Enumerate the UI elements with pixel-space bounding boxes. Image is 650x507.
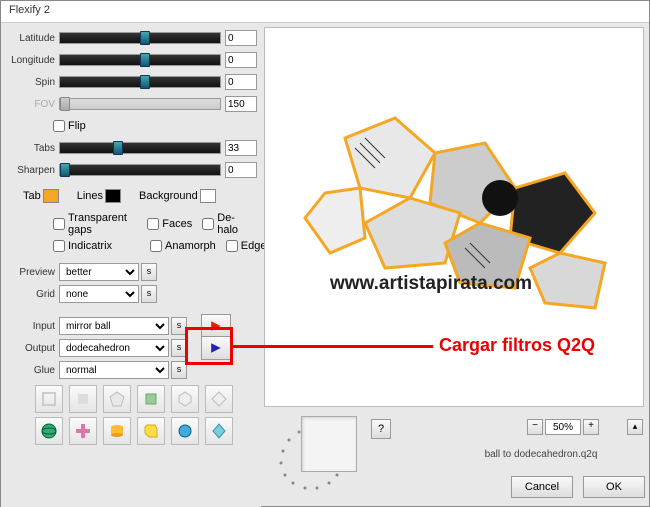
lines-color-label: Lines [77, 190, 103, 202]
tabs-slider[interactable] [59, 142, 221, 154]
spin-label: Spin [5, 77, 55, 88]
tab-color-label: Tab [23, 190, 41, 202]
longitude-slider[interactable] [59, 54, 221, 66]
zoom-value[interactable] [545, 419, 581, 435]
output-select-label: Output [5, 343, 55, 354]
zoom-controls: − + [527, 419, 599, 435]
preset-btn-9[interactable] [103, 417, 131, 445]
fov-value[interactable] [225, 96, 257, 112]
faces-checkbox[interactable] [147, 218, 159, 230]
cube-yellow-icon [143, 423, 159, 439]
grid-reset-button[interactable]: s [141, 285, 157, 303]
crystal-icon [211, 423, 227, 439]
tab-color-swatch[interactable] [43, 189, 59, 203]
longitude-label: Longitude [5, 55, 55, 66]
dehalo-checkbox[interactable] [202, 218, 214, 230]
preset-btn-3[interactable] [103, 385, 131, 413]
square-solid-icon [75, 391, 91, 407]
hexagon-icon [177, 391, 193, 407]
anamorph-checkbox[interactable] [150, 240, 162, 252]
grid-select-label: Grid [5, 289, 55, 300]
plus-pink-icon [75, 423, 91, 439]
sharpen-label: Sharpen [5, 165, 55, 176]
flip-label: Flip [68, 120, 86, 132]
preset-btn-12[interactable] [205, 417, 233, 445]
zoom-out-button[interactable]: − [527, 419, 543, 435]
latitude-value[interactable] [225, 30, 257, 46]
annotation-text: Cargar filtros Q2Q [439, 335, 595, 356]
preset-btn-2[interactable] [69, 385, 97, 413]
preview-reset-button[interactable]: s [141, 263, 157, 281]
preset-btn-7[interactable] [35, 417, 63, 445]
annotation-line [233, 345, 433, 348]
input-select-label: Input [5, 321, 55, 332]
glue-select[interactable]: normal [59, 361, 169, 379]
sharpen-value[interactable] [225, 162, 257, 178]
faces-label: Faces [162, 218, 192, 230]
cancel-button[interactable]: Cancel [511, 476, 573, 498]
transparent-gaps-checkbox[interactable] [53, 218, 65, 230]
sphere-blue-icon [177, 423, 193, 439]
preset-btn-5[interactable] [171, 385, 199, 413]
latitude-slider[interactable] [59, 32, 221, 44]
preset-btn-8[interactable] [69, 417, 97, 445]
square-green-icon [143, 391, 159, 407]
sharpen-slider[interactable] [59, 164, 221, 176]
preview-select-label: Preview [5, 267, 55, 278]
diamond-icon [211, 391, 227, 407]
tabs-value[interactable] [225, 140, 257, 156]
help-button[interactable]: ? [371, 419, 391, 439]
ok-button[interactable]: OK [583, 476, 645, 498]
preset-btn-4[interactable] [137, 385, 165, 413]
output-select[interactable]: dodecahedron [59, 339, 169, 357]
edges-checkbox[interactable] [226, 240, 238, 252]
tabs-label: Tabs [5, 143, 55, 154]
fov-label: FOV [5, 99, 55, 110]
background-color-label: Background [139, 190, 198, 202]
globe-icon [40, 422, 58, 440]
spin-value[interactable] [225, 74, 257, 90]
preset-btn-1[interactable] [35, 385, 63, 413]
polygon-icon [109, 391, 125, 407]
cylinder-icon [109, 423, 125, 439]
thumbnail-well[interactable] [301, 416, 357, 472]
longitude-value[interactable] [225, 52, 257, 68]
zoom-in-button[interactable]: + [583, 419, 599, 435]
latitude-label: Latitude [5, 33, 55, 44]
annotation-highlight [185, 327, 233, 365]
indicatrix-checkbox[interactable] [53, 240, 65, 252]
watermark-text: www.artistapirata.com [330, 273, 532, 295]
square-outline-icon [41, 391, 57, 407]
preset-btn-6[interactable] [205, 385, 233, 413]
dialog-window: Flexify 2 Latitude Longitude Spin FOV Fl… [0, 0, 650, 507]
fov-slider[interactable] [59, 98, 221, 110]
preset-btn-10[interactable] [137, 417, 165, 445]
dehalo-label: De-halo [217, 212, 247, 236]
lines-color-swatch[interactable] [105, 189, 121, 203]
background-color-swatch[interactable] [200, 189, 216, 203]
expand-button[interactable]: ▴ [627, 419, 643, 435]
indicatrix-label: Indicatrix [68, 240, 112, 252]
flip-checkbox[interactable] [53, 120, 65, 132]
status-text: ball to dodecahedron.q2q [441, 449, 641, 460]
input-select[interactable]: mirror ball [59, 317, 169, 335]
grid-select[interactable]: none [59, 285, 139, 303]
preview-select[interactable]: better [59, 263, 139, 281]
transparent-gaps-label: Transparent gaps [68, 212, 137, 236]
controls-panel: Latitude Longitude Spin FOV Flip Tabs [1, 23, 261, 507]
glue-select-label: Glue [5, 365, 55, 376]
window-title: Flexify 2 [1, 1, 649, 23]
anamorph-label: Anamorph [165, 240, 216, 252]
preset-btn-11[interactable] [171, 417, 199, 445]
spin-slider[interactable] [59, 76, 221, 88]
